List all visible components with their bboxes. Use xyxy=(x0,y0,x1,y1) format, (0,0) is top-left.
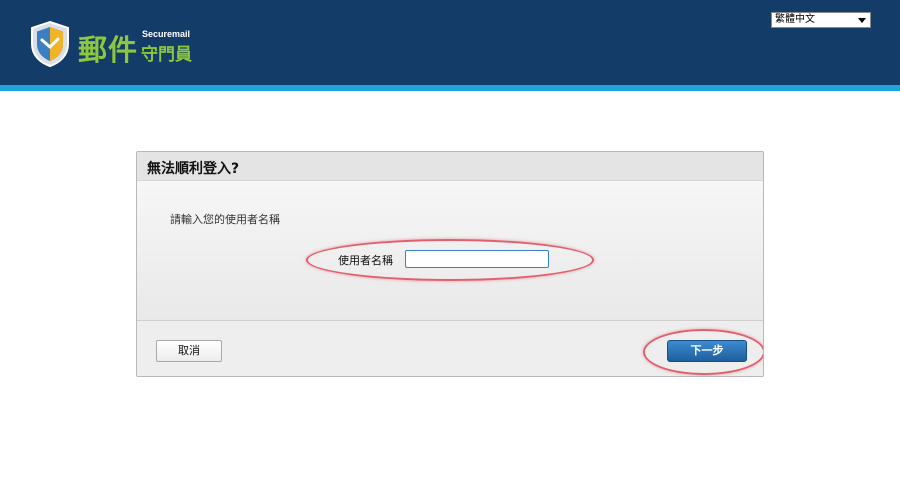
language-select-value: 繁體中文 xyxy=(775,14,815,25)
instruction-text: 請輸入您的使用者名稱 xyxy=(170,213,280,226)
logo-text-sub: 守門員 xyxy=(141,45,192,65)
next-button[interactable]: 下一步 xyxy=(667,340,747,362)
dialog-body: 請輸入您的使用者名稱 使用者名稱 xyxy=(137,181,763,320)
dropdown-arrow-icon xyxy=(858,18,866,23)
dialog-footer: 取消 下一步 xyxy=(137,320,763,376)
forgot-login-dialog: 無法順利登入? 請輸入您的使用者名稱 使用者名稱 取消 下一步 xyxy=(136,151,764,377)
logo-text-english: Securemail xyxy=(142,29,191,39)
username-label: 使用者名稱 xyxy=(338,254,393,267)
shield-icon xyxy=(31,20,69,68)
logo-text-main: 郵件 xyxy=(78,33,139,67)
dialog-title-bar: 無法順利登入? xyxy=(137,152,763,181)
language-select[interactable]: 繁體中文 xyxy=(771,12,871,28)
cancel-button[interactable]: 取消 xyxy=(156,340,222,362)
dialog-title: 無法順利登入? xyxy=(147,161,240,177)
header-stripe xyxy=(0,85,900,91)
username-input[interactable] xyxy=(405,250,549,268)
header: 郵件 Securemail 守門員 繁體中文 xyxy=(0,0,900,85)
logo: 郵件 Securemail 守門員 xyxy=(28,20,218,68)
